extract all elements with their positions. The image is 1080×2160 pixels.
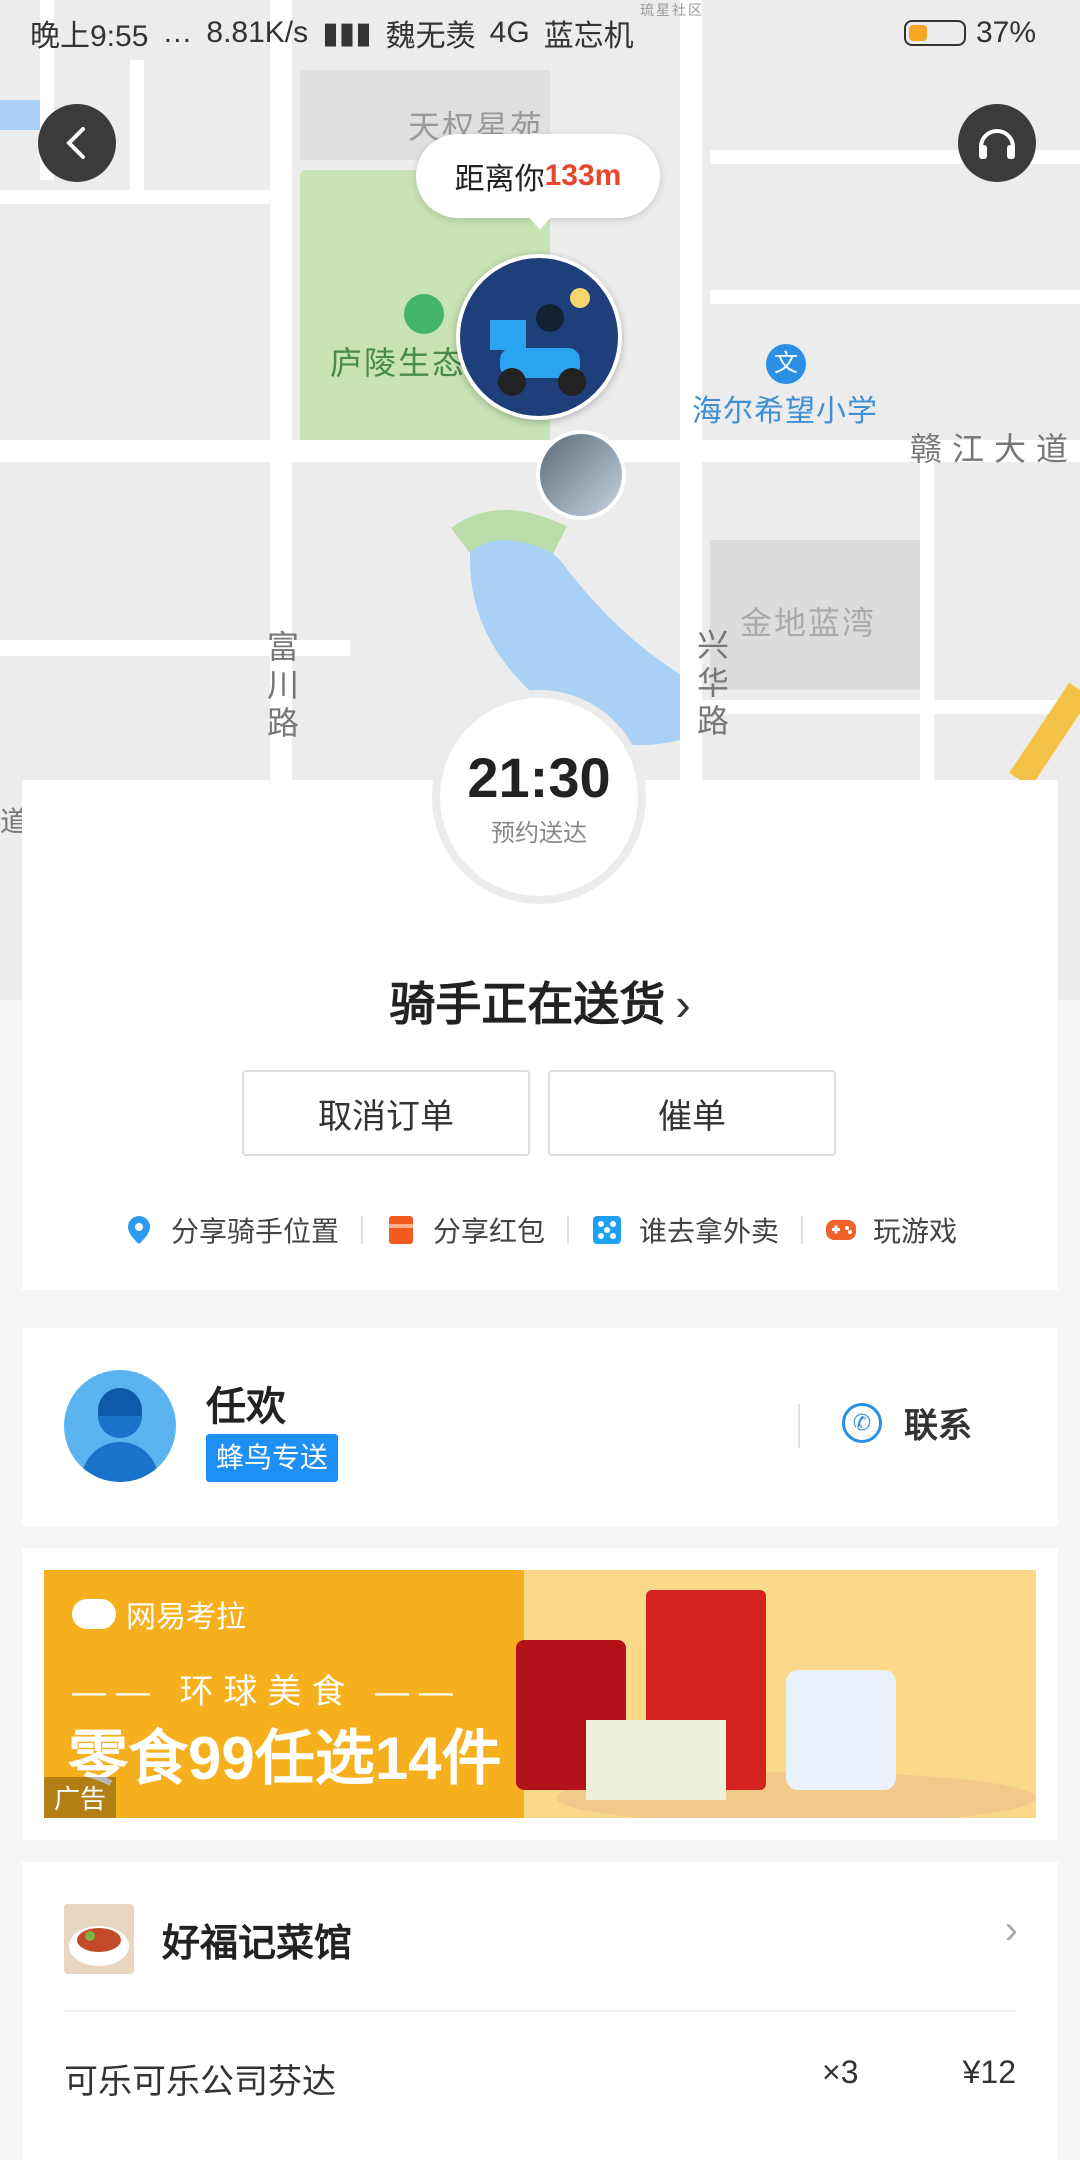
- ad-subtitle: —— 环球美食 ——: [72, 1673, 463, 1711]
- rider-service-badge: 蜂鸟专送: [206, 1434, 339, 1482]
- rider-location-marker[interactable]: [456, 254, 622, 420]
- chevron-left-icon: [66, 127, 85, 159]
- chevron-right-icon: ›: [675, 978, 691, 1030]
- map-label-haier: 海尔希望小学: [692, 395, 878, 428]
- urge-order-button[interactable]: 催单: [548, 1070, 836, 1156]
- chevron-right-icon[interactable]: ›: [1005, 1908, 1018, 1953]
- network-type: 4G: [489, 16, 530, 49]
- order-item-price: ¥12: [962, 2054, 1016, 2090]
- red-envelope-icon: [385, 1214, 417, 1246]
- user-location-marker[interactable]: [536, 430, 626, 520]
- share-red-envelope-action[interactable]: 分享红包: [363, 1210, 567, 1250]
- shop-thumbnail: [64, 1904, 134, 1974]
- distance-value: 133m: [544, 159, 622, 192]
- action-label: 分享红包: [432, 1216, 545, 1247]
- divider: [64, 2010, 1016, 2012]
- ad-banner[interactable]: 网易考拉 —— 环球美食 —— 零食99任选14件 广告: [44, 1570, 1036, 1818]
- who-picks-up-action[interactable]: 谁去拿外卖: [569, 1210, 801, 1250]
- shop-name[interactable]: 好福记菜馆: [162, 1912, 352, 1967]
- timer-time: 21:30: [467, 745, 611, 809]
- network-speed: 8.81K/s: [206, 16, 309, 49]
- more-notifications-icon: …: [162, 16, 193, 49]
- ad-card: 网易考拉 —— 环球美食 —— 零食99任选14件 广告: [22, 1548, 1058, 1840]
- status-time: 晚上9:55: [30, 20, 149, 53]
- school-icon: 文: [766, 344, 806, 384]
- phone-icon: ✆: [842, 1402, 882, 1443]
- ad-brand-name: 网易考拉: [126, 1601, 246, 1634]
- delivery-actions-bar: 分享骑手位置 分享红包 谁去拿外卖 玩游戏: [22, 1210, 1058, 1250]
- battery-level: 37%: [975, 16, 1036, 49]
- order-card: 好福记菜馆 › 可乐可乐公司芬达 ×3 ¥12: [22, 1862, 1058, 2160]
- rider-name: 任欢: [206, 1385, 286, 1429]
- delivery-timer: 21:30 预约送达: [432, 690, 646, 904]
- park-icon: [404, 294, 444, 334]
- delivery-status-text: 骑手正在送货: [389, 978, 666, 1030]
- map-label-ganjiang: 赣江大道: [910, 431, 1079, 467]
- delivery-status-title[interactable]: 骑手正在送货 ›: [22, 968, 1058, 1034]
- ad-subtitle-text: 环球美食: [179, 1673, 356, 1711]
- back-button[interactable]: [38, 104, 116, 182]
- play-game-action[interactable]: 玩游戏: [803, 1210, 979, 1250]
- cancel-order-button[interactable]: 取消订单: [242, 1070, 530, 1156]
- rider-card: 任欢 蜂鸟专送 ✆ 联系: [22, 1328, 1058, 1526]
- share-rider-location-action[interactable]: 分享骑手位置: [101, 1210, 361, 1250]
- location-pin-icon: [123, 1214, 155, 1246]
- status-bar: 晚上9:55 … 8.81K/s ▮▮▮ 魏无羡 4G 蓝忘机 37%: [0, 0, 1080, 66]
- battery-icon: [903, 20, 966, 46]
- rider-avatar: [64, 1370, 176, 1482]
- divider: [798, 1404, 800, 1448]
- dice-icon: [591, 1214, 623, 1246]
- distance-bubble: 距离你 133m: [416, 134, 660, 230]
- user-avatar-image: [540, 434, 622, 516]
- headset-icon: [979, 129, 1015, 159]
- gamepad-icon: [825, 1214, 857, 1246]
- customer-service-button[interactable]: [958, 104, 1036, 182]
- order-item-quantity: ×3: [822, 2054, 859, 2090]
- map-label-fuchuan: 富川路: [263, 630, 299, 744]
- carrier-2: 蓝忘机: [543, 20, 634, 53]
- distance-prefix: 距离你: [454, 163, 545, 196]
- ad-brand: 网易考拉: [72, 1592, 246, 1636]
- action-label: 谁去拿外卖: [639, 1216, 780, 1247]
- contact-rider-button[interactable]: ✆ 联系: [842, 1398, 972, 1447]
- timer-label: 预约送达: [491, 819, 587, 847]
- map-label-jindi: 金地蓝湾: [740, 605, 877, 641]
- map-label-xinghua: 兴华路: [693, 628, 729, 742]
- contact-label: 联系: [904, 1407, 972, 1445]
- snack-products-image: [516, 1590, 1036, 1818]
- scooter-icon: [490, 288, 590, 396]
- rider-avatar-icon: [80, 1388, 160, 1482]
- ad-headline: 零食99任选14件: [68, 1725, 502, 1792]
- signal-icon: ▮▮▮: [322, 16, 372, 50]
- ad-label: 广告: [44, 1777, 117, 1818]
- action-label: 玩游戏: [873, 1216, 958, 1247]
- carrier-1: 魏无羡: [385, 20, 476, 53]
- koala-logo-icon: [72, 1599, 116, 1629]
- map-label-luling: 庐陵生态: [330, 345, 467, 381]
- action-label: 分享骑手位置: [170, 1216, 339, 1247]
- order-item-name: 可乐可乐公司芬达: [64, 2063, 336, 2101]
